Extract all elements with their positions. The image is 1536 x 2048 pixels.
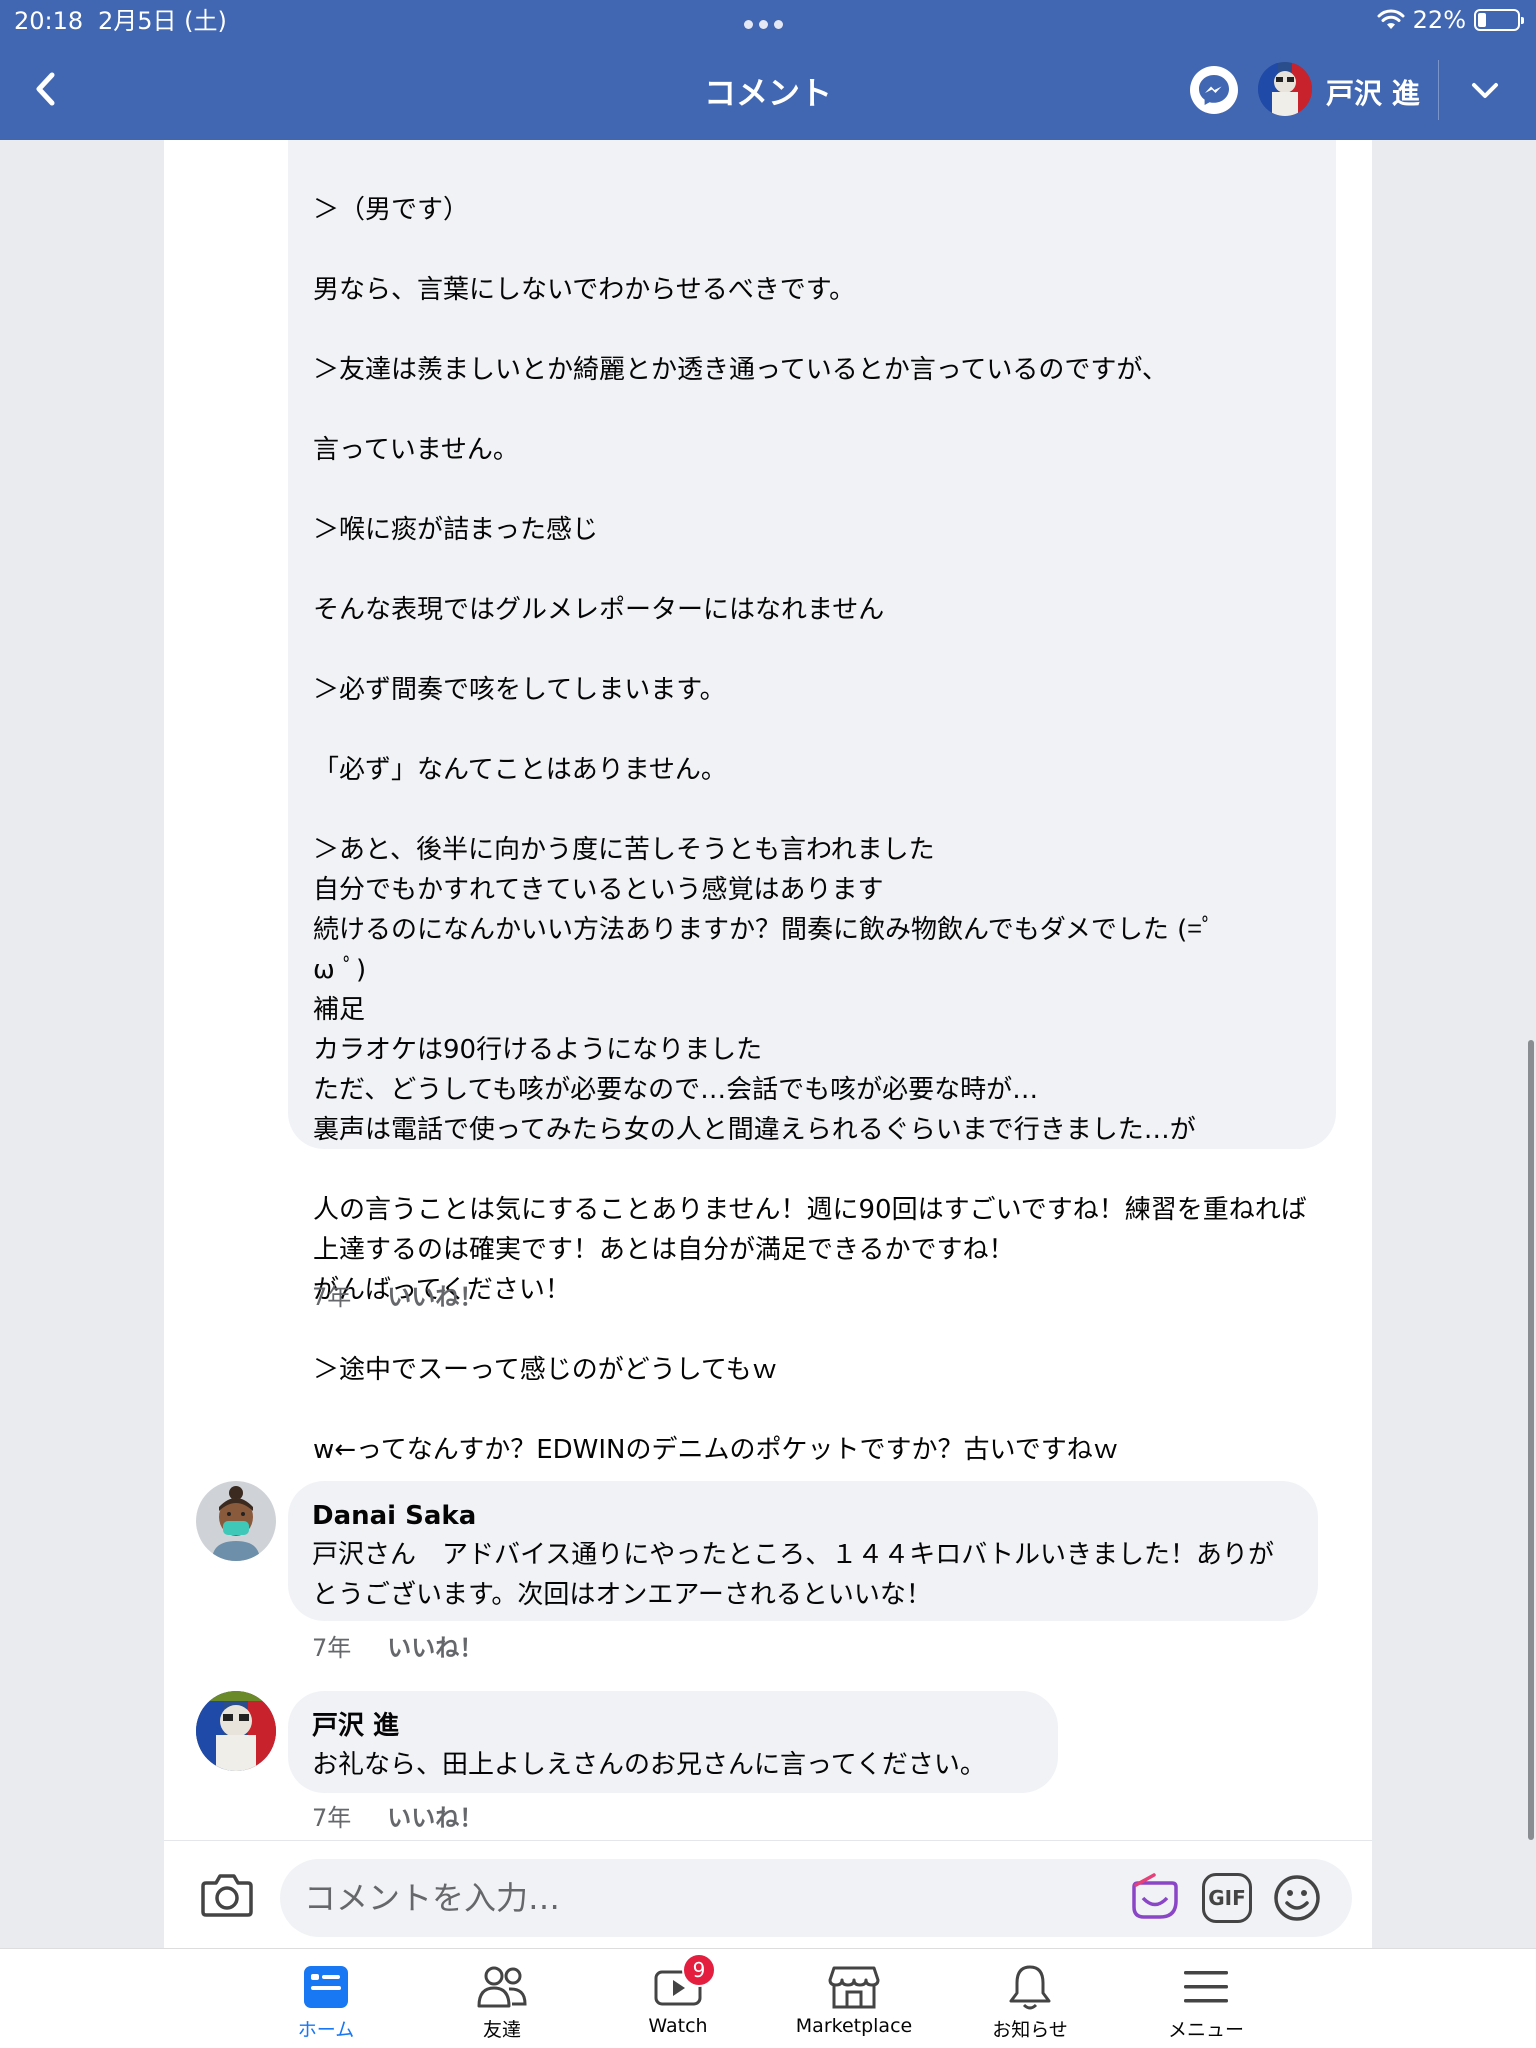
tab-label: お知らせ <box>992 2019 1068 2041</box>
tab-notifications[interactable]: お知らせ <box>942 1949 1118 2048</box>
sticker-button[interactable] <box>1130 1873 1180 1923</box>
comment-bubble[interactable]: 戸沢 進 お礼なら、田上よしえさんのお兄さんに言ってください。 <box>288 1691 1058 1793</box>
comment-time: 7年 <box>312 1804 352 1832</box>
wifi-icon <box>1377 9 1405 29</box>
tab-label: 友達 <box>482 2019 521 2041</box>
comment-input[interactable] <box>280 1859 1352 1937</box>
comment-meta: 7年 いいね！ <box>312 1798 483 1833</box>
comment-bubble[interactable]: Danai Saka 戸沢さん アドバイス通りにやったところ、１４４キロバトルい… <box>288 1481 1318 1621</box>
camera-icon <box>201 1874 253 1917</box>
battery-icon <box>1474 9 1524 31</box>
home-feed-icon <box>298 1961 354 2013</box>
nav-divider <box>1438 60 1439 120</box>
chevron-left-icon <box>36 72 55 106</box>
messenger-button[interactable] <box>1190 66 1238 114</box>
avatar[interactable] <box>196 1481 276 1561</box>
battery-percent: 22% <box>1412 6 1466 34</box>
messenger-icon <box>1199 75 1229 105</box>
tab-label: ホーム <box>297 2019 355 2041</box>
comment-text: お礼なら、田上よしえさんのお兄さんに言ってください。 <box>312 1750 986 1780</box>
profile-name[interactable]: 戸沢 進 <box>1326 72 1420 112</box>
marketplace-icon <box>826 1961 882 2013</box>
comment-time: 7年 <box>312 1634 352 1662</box>
tab-menu[interactable]: メニュー <box>1118 1949 1294 2048</box>
multitasking-dots-icon[interactable] <box>744 20 783 29</box>
emoji-icon <box>1274 1875 1320 1921</box>
menu-icon <box>1178 1961 1234 2013</box>
tab-label: Marketplace <box>795 2015 913 2037</box>
tab-friends[interactable]: 友達 <box>414 1949 590 2048</box>
comment-author[interactable]: 戸沢 進 <box>312 1707 1038 1745</box>
sticker-icon <box>1132 1873 1178 1919</box>
like-button[interactable]: いいね！ <box>387 1798 483 1833</box>
like-button[interactable]: いいね！ <box>387 1277 483 1312</box>
friends-icon <box>474 1961 530 2013</box>
comment-time: 7年 <box>312 1283 352 1311</box>
profile-avatar[interactable] <box>1258 62 1312 116</box>
tab-label: Watch <box>648 2015 708 2037</box>
comment-composer: GIF <box>164 1840 1372 1948</box>
avatar[interactable] <box>196 1691 276 1771</box>
bell-icon <box>1002 1961 1058 2013</box>
tab-label: メニュー <box>1167 2019 1244 2041</box>
status-indicators: 22% <box>1377 6 1524 34</box>
comment-text: 戸沢さん アドバイス通りにやったところ、１４４キロバトルいきました！ありがとうご… <box>312 1540 1275 1610</box>
like-button[interactable]: いいね！ <box>387 1628 483 1663</box>
tab-bar: ホーム 友達 9 Watch Marketplace お知らせ メニュー <box>0 1948 1536 2048</box>
emoji-button[interactable] <box>1272 1873 1322 1923</box>
watch-icon: 9 <box>650 1953 716 2013</box>
top-bar: 20:18 2月5日 (土) 22% コメント 戸沢 進 <box>0 0 1536 140</box>
status-date: 2月5日 (土) <box>98 7 227 35</box>
comment-author[interactable]: Danai Saka <box>312 1497 1298 1535</box>
tab-home[interactable]: ホーム <box>238 1949 414 2048</box>
comments-panel[interactable]: ＞（男です） 男なら、言葉にしないでわからせるべきです。 ＞友達は羨ましいとか綺… <box>164 140 1372 1840</box>
tab-watch[interactable]: 9 Watch <box>590 1949 766 2048</box>
tab-marketplace[interactable]: Marketplace <box>766 1949 942 2048</box>
chevron-down-icon <box>1472 83 1498 98</box>
watch-badge: 9 <box>682 1953 716 1987</box>
account-menu-button[interactable] <box>1460 66 1510 116</box>
status-time: 20:18 <box>14 7 84 35</box>
gif-button[interactable]: GIF <box>1202 1873 1252 1923</box>
back-button[interactable] <box>24 64 68 114</box>
camera-button[interactable] <box>200 1871 254 1919</box>
comment-meta: 7年 いいね！ <box>312 1628 483 1663</box>
comment-meta: 7年 いいね！ <box>312 1277 483 1312</box>
scrollbar[interactable] <box>1528 1040 1534 1840</box>
